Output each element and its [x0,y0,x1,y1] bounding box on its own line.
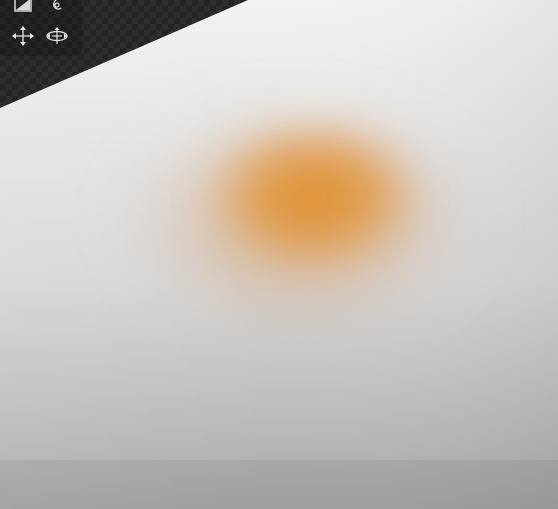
brush-tool-button[interactable] [44,0,70,16]
viewport-toolbar [0,0,82,56]
orbit-tool-button[interactable] [44,25,70,47]
bottom-shadow [0,460,558,509]
orbit-icon [46,27,68,44]
brush-icon [53,0,62,10]
3d-viewport[interactable] [0,0,558,509]
pan-icon [12,26,34,46]
surface-tool-button[interactable] [10,0,36,16]
surface-icon [14,0,32,12]
surface-scene [0,0,558,509]
stain-core [200,115,430,275]
pan-tool-button[interactable] [10,25,36,47]
